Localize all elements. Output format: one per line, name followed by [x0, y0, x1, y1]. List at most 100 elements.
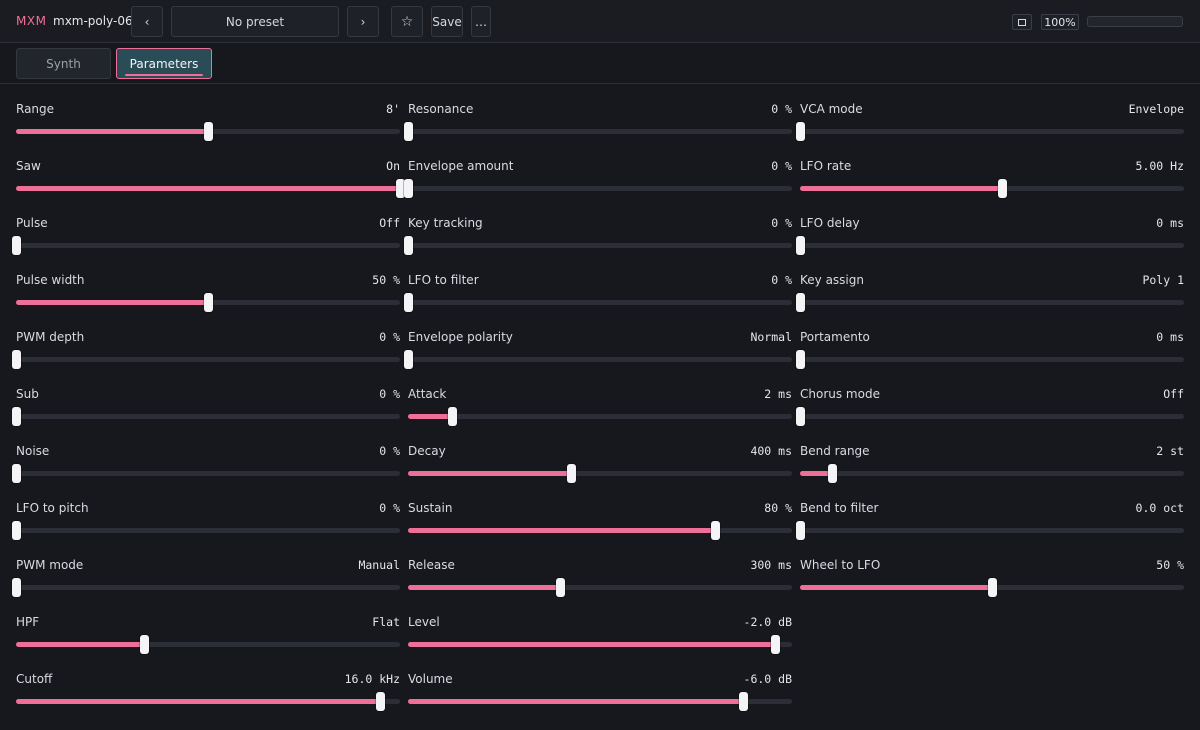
slider-thumb[interactable] [12, 521, 21, 540]
parameter-slider[interactable]: LFO to filter 0 % [404, 273, 792, 330]
parameter-slider[interactable]: PWM mode Manual [12, 558, 400, 615]
slider-thumb[interactable] [404, 179, 413, 198]
slider-thumb[interactable] [566, 464, 576, 483]
parameter-slider[interactable]: Level -2.0 dB [408, 615, 792, 672]
slider-thumb[interactable] [796, 122, 805, 141]
parameter-slider[interactable]: Volume -6.0 dB [408, 672, 792, 729]
slider-track[interactable] [408, 471, 792, 476]
slider-thumb[interactable] [139, 635, 149, 654]
slider-thumb[interactable] [556, 578, 566, 597]
slider-thumb[interactable] [770, 635, 780, 654]
tab-synth[interactable]: Synth [16, 48, 111, 79]
slider-track[interactable] [800, 300, 1184, 305]
parameter-slider[interactable]: Sustain 80 % [408, 501, 792, 558]
slider-thumb[interactable] [796, 350, 805, 369]
parameter-slider[interactable]: Range 8' [16, 102, 400, 159]
slider-track[interactable] [800, 186, 1184, 191]
slider-track[interactable] [16, 186, 400, 191]
slider-track[interactable] [16, 528, 400, 533]
next-preset-button[interactable]: › [347, 6, 379, 37]
parameter-slider[interactable]: Envelope polarity Normal [404, 330, 792, 387]
slider-track[interactable] [408, 699, 792, 704]
slider-track[interactable] [16, 642, 400, 647]
zoom-level[interactable]: 100% [1041, 14, 1079, 30]
previous-preset-button[interactable]: ‹ [131, 6, 163, 37]
parameter-value: 50 % [372, 273, 400, 287]
window-toggle-button[interactable] [1012, 14, 1032, 30]
slider-thumb[interactable] [988, 578, 997, 597]
parameter-slider[interactable]: Resonance 0 % [404, 102, 792, 159]
slider-thumb[interactable] [796, 293, 805, 312]
slider-thumb[interactable] [827, 464, 837, 483]
parameter-slider[interactable]: Decay 400 ms [408, 444, 792, 501]
slider-track[interactable] [800, 471, 1184, 476]
parameter-slider[interactable]: Bend range 2 st [800, 444, 1184, 501]
slider-track[interactable] [16, 243, 400, 248]
slider-track[interactable] [408, 642, 792, 647]
slider-track[interactable] [408, 186, 792, 191]
slider-track[interactable] [16, 699, 400, 704]
slider-track[interactable] [408, 585, 792, 590]
parameter-slider[interactable]: LFO rate 5.00 Hz [800, 159, 1184, 216]
slider-track[interactable] [408, 528, 792, 533]
parameter-slider[interactable]: Noise 0 % [12, 444, 400, 501]
save-button[interactable]: Save [431, 6, 463, 37]
slider-thumb[interactable] [404, 122, 413, 141]
favorite-star-icon[interactable]: ☆ [391, 6, 423, 37]
parameter-slider[interactable]: Key tracking 0 % [404, 216, 792, 273]
parameter-slider[interactable]: HPF Flat [16, 615, 400, 672]
more-options-button[interactable]: … [471, 6, 491, 37]
slider-track[interactable] [16, 585, 400, 590]
slider-thumb[interactable] [711, 521, 721, 540]
slider-track[interactable] [16, 414, 400, 419]
parameter-slider[interactable]: Envelope amount 0 % [404, 159, 792, 216]
slider-track[interactable] [408, 357, 792, 362]
slider-track[interactable] [800, 528, 1184, 533]
parameter-slider[interactable]: Attack 2 ms [408, 387, 792, 444]
parameter-slider[interactable]: Pulse width 50 % [16, 273, 400, 330]
slider-track[interactable] [408, 243, 792, 248]
parameter-slider[interactable]: VCA mode Envelope [796, 102, 1184, 159]
parameter-slider[interactable]: Portamento 0 ms [796, 330, 1184, 387]
slider-thumb[interactable] [12, 236, 21, 255]
parameter-slider[interactable]: Release 300 ms [408, 558, 792, 615]
parameter-slider[interactable]: Sub 0 % [12, 387, 400, 444]
slider-track[interactable] [408, 414, 792, 419]
slider-thumb[interactable] [12, 578, 21, 597]
parameter-slider[interactable]: Cutoff 16.0 kHz [16, 672, 400, 729]
parameter-slider[interactable]: Chorus mode Off [796, 387, 1184, 444]
slider-thumb[interactable] [796, 236, 805, 255]
slider-track[interactable] [800, 129, 1184, 134]
slider-thumb[interactable] [404, 293, 413, 312]
parameter-slider[interactable]: LFO to pitch 0 % [12, 501, 400, 558]
slider-track[interactable] [16, 357, 400, 362]
parameter-slider[interactable]: Pulse Off [12, 216, 400, 273]
slider-track[interactable] [408, 300, 792, 305]
parameter-slider[interactable]: LFO delay 0 ms [796, 216, 1184, 273]
slider-track[interactable] [16, 471, 400, 476]
tab-parameters[interactable]: Parameters [116, 48, 212, 79]
slider-thumb[interactable] [404, 236, 413, 255]
slider-thumb[interactable] [998, 179, 1008, 198]
slider-thumb[interactable] [204, 122, 213, 141]
slider-thumb[interactable] [12, 350, 21, 369]
parameter-slider[interactable]: Wheel to LFO 50 % [800, 558, 1184, 615]
slider-thumb[interactable] [796, 521, 805, 540]
preset-selector[interactable]: No preset [171, 6, 339, 37]
parameter-slider[interactable]: Key assign Poly 1 [796, 273, 1184, 330]
parameter-slider[interactable]: PWM depth 0 % [12, 330, 400, 387]
slider-thumb[interactable] [404, 350, 413, 369]
slider-thumb[interactable] [375, 692, 385, 711]
parameter-slider[interactable]: Bend to filter 0.0 oct [796, 501, 1184, 558]
slider-thumb[interactable] [738, 692, 748, 711]
slider-thumb[interactable] [204, 293, 213, 312]
slider-thumb[interactable] [447, 407, 457, 426]
slider-track[interactable] [408, 129, 792, 134]
parameter-slider[interactable]: Saw On [16, 159, 405, 216]
slider-track[interactable] [800, 357, 1184, 362]
slider-track[interactable] [800, 243, 1184, 248]
slider-thumb[interactable] [12, 464, 21, 483]
slider-thumb[interactable] [12, 407, 21, 426]
slider-track[interactable] [800, 414, 1184, 419]
slider-thumb[interactable] [796, 407, 805, 426]
